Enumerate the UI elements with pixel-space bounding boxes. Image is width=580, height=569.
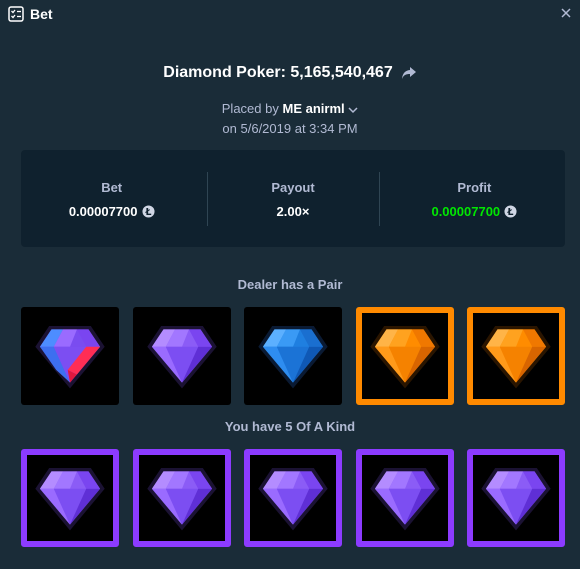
profit-value: 0.00007700 — [431, 204, 501, 219]
player-gem-card — [467, 449, 565, 547]
purple-gem-icon — [479, 461, 553, 535]
svg-text:Ł: Ł — [507, 207, 514, 218]
payout-value-row: 2.00× — [202, 204, 383, 219]
multicolor-gem-icon — [33, 319, 107, 393]
game-name: Diamond Poker: — [163, 64, 286, 81]
bet-value-row: 0.00007700 Ł — [21, 204, 202, 219]
purple-gem-icon — [256, 461, 330, 535]
dealer-gem-card — [21, 307, 119, 405]
purple-gem-icon — [145, 461, 219, 535]
checklist-icon — [8, 6, 24, 22]
orange-gem-icon — [368, 319, 442, 393]
profit-value-row: 0.00007700 Ł — [384, 204, 565, 219]
title-bar: Bet — [0, 0, 580, 30]
stat-bet: Bet 0.00007700 Ł — [21, 150, 202, 247]
player-gem-card — [133, 449, 231, 547]
litecoin-icon: Ł — [504, 205, 517, 218]
bet-heading: Diamond Poker: 5,165,540,467 — [0, 64, 580, 82]
payout-value: 2.00× — [276, 204, 310, 219]
profit-label: Profit — [457, 180, 492, 195]
username-link[interactable]: ME anirml — [282, 101, 344, 116]
bet-value: 0.00007700 — [68, 204, 138, 219]
orange-gem-icon — [479, 319, 553, 393]
stat-divider — [379, 172, 380, 226]
bet-id: 5,165,540,467 — [290, 64, 393, 81]
dealer-gem-card — [356, 307, 454, 405]
placed-by: Placed by ME anirml — [0, 101, 580, 116]
stat-profit: Profit 0.00007700 Ł — [384, 150, 565, 247]
bet-date: on 5/6/2019 at 3:34 PM — [222, 121, 358, 136]
purple-gem-icon — [33, 461, 107, 535]
purple-gem-icon — [368, 461, 442, 535]
stat-divider — [207, 172, 208, 226]
close-icon[interactable] — [558, 5, 574, 21]
litecoin-icon: Ł — [141, 205, 155, 218]
stat-payout: Payout 2.00× — [202, 150, 383, 247]
dealer-gem-card — [244, 307, 342, 405]
svg-text:Ł: Ł — [144, 207, 151, 218]
player-gem-card — [356, 449, 454, 547]
player-gem-card — [21, 449, 119, 547]
bet-stats-panel: Bet 0.00007700 Ł Payout 2.00× Profit 0.0… — [21, 150, 565, 247]
player-caption: You have 5 Of A Kind — [224, 419, 356, 434]
dealer-gem-card — [133, 307, 231, 405]
window-title: Bet — [30, 6, 53, 22]
dealer-caption: Dealer has a Pair — [237, 277, 343, 292]
placed-by-label: Placed by — [221, 101, 279, 116]
dealer-gem-card — [467, 307, 565, 405]
purple-gem-icon — [145, 319, 219, 393]
blue-gem-icon — [256, 319, 330, 393]
payout-label: Payout — [271, 180, 315, 195]
share-icon[interactable] — [401, 66, 417, 80]
player-gem-card — [244, 449, 342, 547]
bet-label: Bet — [101, 180, 123, 195]
chevron-down-icon[interactable] — [348, 106, 358, 114]
